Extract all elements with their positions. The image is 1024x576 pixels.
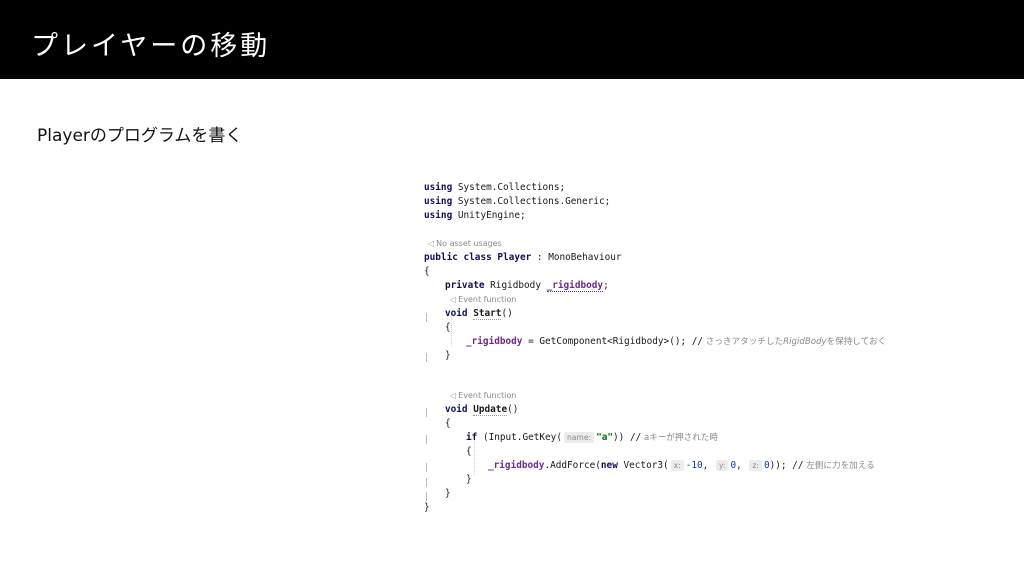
slide-subtitle: Playerのプログラムを書く [37,126,243,146]
keyword-if: if [466,432,478,443]
expression: .AddForce( [544,460,601,471]
comment-italic: RigidBody [783,337,827,347]
param-hint: z: [749,460,762,471]
comma: , [702,460,714,471]
keyword-void: void [445,404,468,415]
comma: , [736,460,748,471]
code-line: _rigidbody.AddForce(new Vector3(x: -10, y… [424,459,875,473]
code-line: using System.Collections.Generic; [424,195,610,209]
parens: () [507,404,519,415]
field-ref: _rigidbody [488,460,545,471]
comment: を保持しておく [826,337,887,347]
code-line: } [424,349,451,363]
brace: { [466,446,472,457]
code-screenshot: using System.Collections; using System.C… [424,176,924,516]
hint-text: No asset usages [436,239,502,248]
expression: (Input.GetKey( [477,432,562,443]
code-line: public class Player : MonoBehaviour [424,251,622,265]
keyword-public: public [424,252,458,263]
keyword-void: void [445,308,468,319]
brace: } [424,502,430,513]
brace: { [445,322,451,333]
brace: { [445,418,451,429]
namespace: System.Collections; [452,182,566,193]
param-hint: name: [563,432,595,443]
event-hint: ◁ Event function [450,294,516,306]
brace: } [445,350,451,361]
code-line: void Update() [424,403,518,417]
keyword-using: using [424,196,453,207]
method-start: Start [473,308,502,320]
code-line: { [424,417,451,431]
brace: { [424,266,430,277]
code-line: { [424,321,451,335]
parens: () [501,308,513,319]
param-hint: y: [715,460,729,471]
code-line: { [424,265,430,279]
code-line: } [424,501,430,515]
expression: )) // [613,432,642,443]
expression: = GetComponent<Rigidbody>(); // [522,336,704,347]
usage-hint: ◁ No asset usages [428,238,502,250]
semicolon: ; [603,280,609,291]
brace: } [466,474,472,485]
code-line: { [424,445,472,459]
keyword-using: using [424,182,453,193]
event-function-icon: ◁ [450,391,457,400]
comment: 左側に力を加える [803,461,875,471]
base-class: : MonoBehaviour [531,252,622,263]
comment: さっきアタッチした [703,337,784,347]
code-line: } [424,487,451,501]
event-hint: ◁ Event function [450,390,516,402]
code-line: using System.Collections; [424,181,565,195]
code-line: void Start() [424,307,513,321]
event-function-icon: ◁ [450,295,457,304]
field-ref: _rigidbody [466,336,523,347]
class-name: Player [497,252,532,263]
code-line: private Rigidbody _rigidbody; [424,279,609,293]
namespace: UnityEngine; [452,210,526,221]
code-line: if (Input.GetKey(name: "a")) // aキーが押された時 [424,431,718,445]
method-update: Update [473,404,508,416]
field-type: Rigidbody [484,280,547,291]
keyword-private: private [445,280,485,291]
expression: )); // [769,460,804,471]
code-line: _rigidbody = GetComponent<Rigidbody>(); … [424,335,886,349]
comment: aキーが押された時 [641,433,718,443]
keyword-class: class [457,252,498,263]
keyword-new: new [600,460,618,471]
string-literal: "a" [596,432,614,443]
namespace: System.Collections.Generic; [452,196,611,207]
param-hint: x: [670,460,684,471]
slide-title: プレイヤーの移動 [31,31,271,62]
title-bar: プレイヤーの移動 [0,0,1024,79]
code-line: } [424,473,472,487]
number-literal: -10 [685,460,703,471]
field-name: _rigidbody [546,280,604,292]
expression: Vector3( [617,460,669,471]
hint-text: Event function [458,391,517,400]
usage-hint-icon: ◁ [428,239,435,248]
brace: } [445,488,451,499]
keyword-using: using [424,210,453,221]
code-line: using UnityEngine; [424,209,526,223]
hint-text: Event function [458,295,517,304]
